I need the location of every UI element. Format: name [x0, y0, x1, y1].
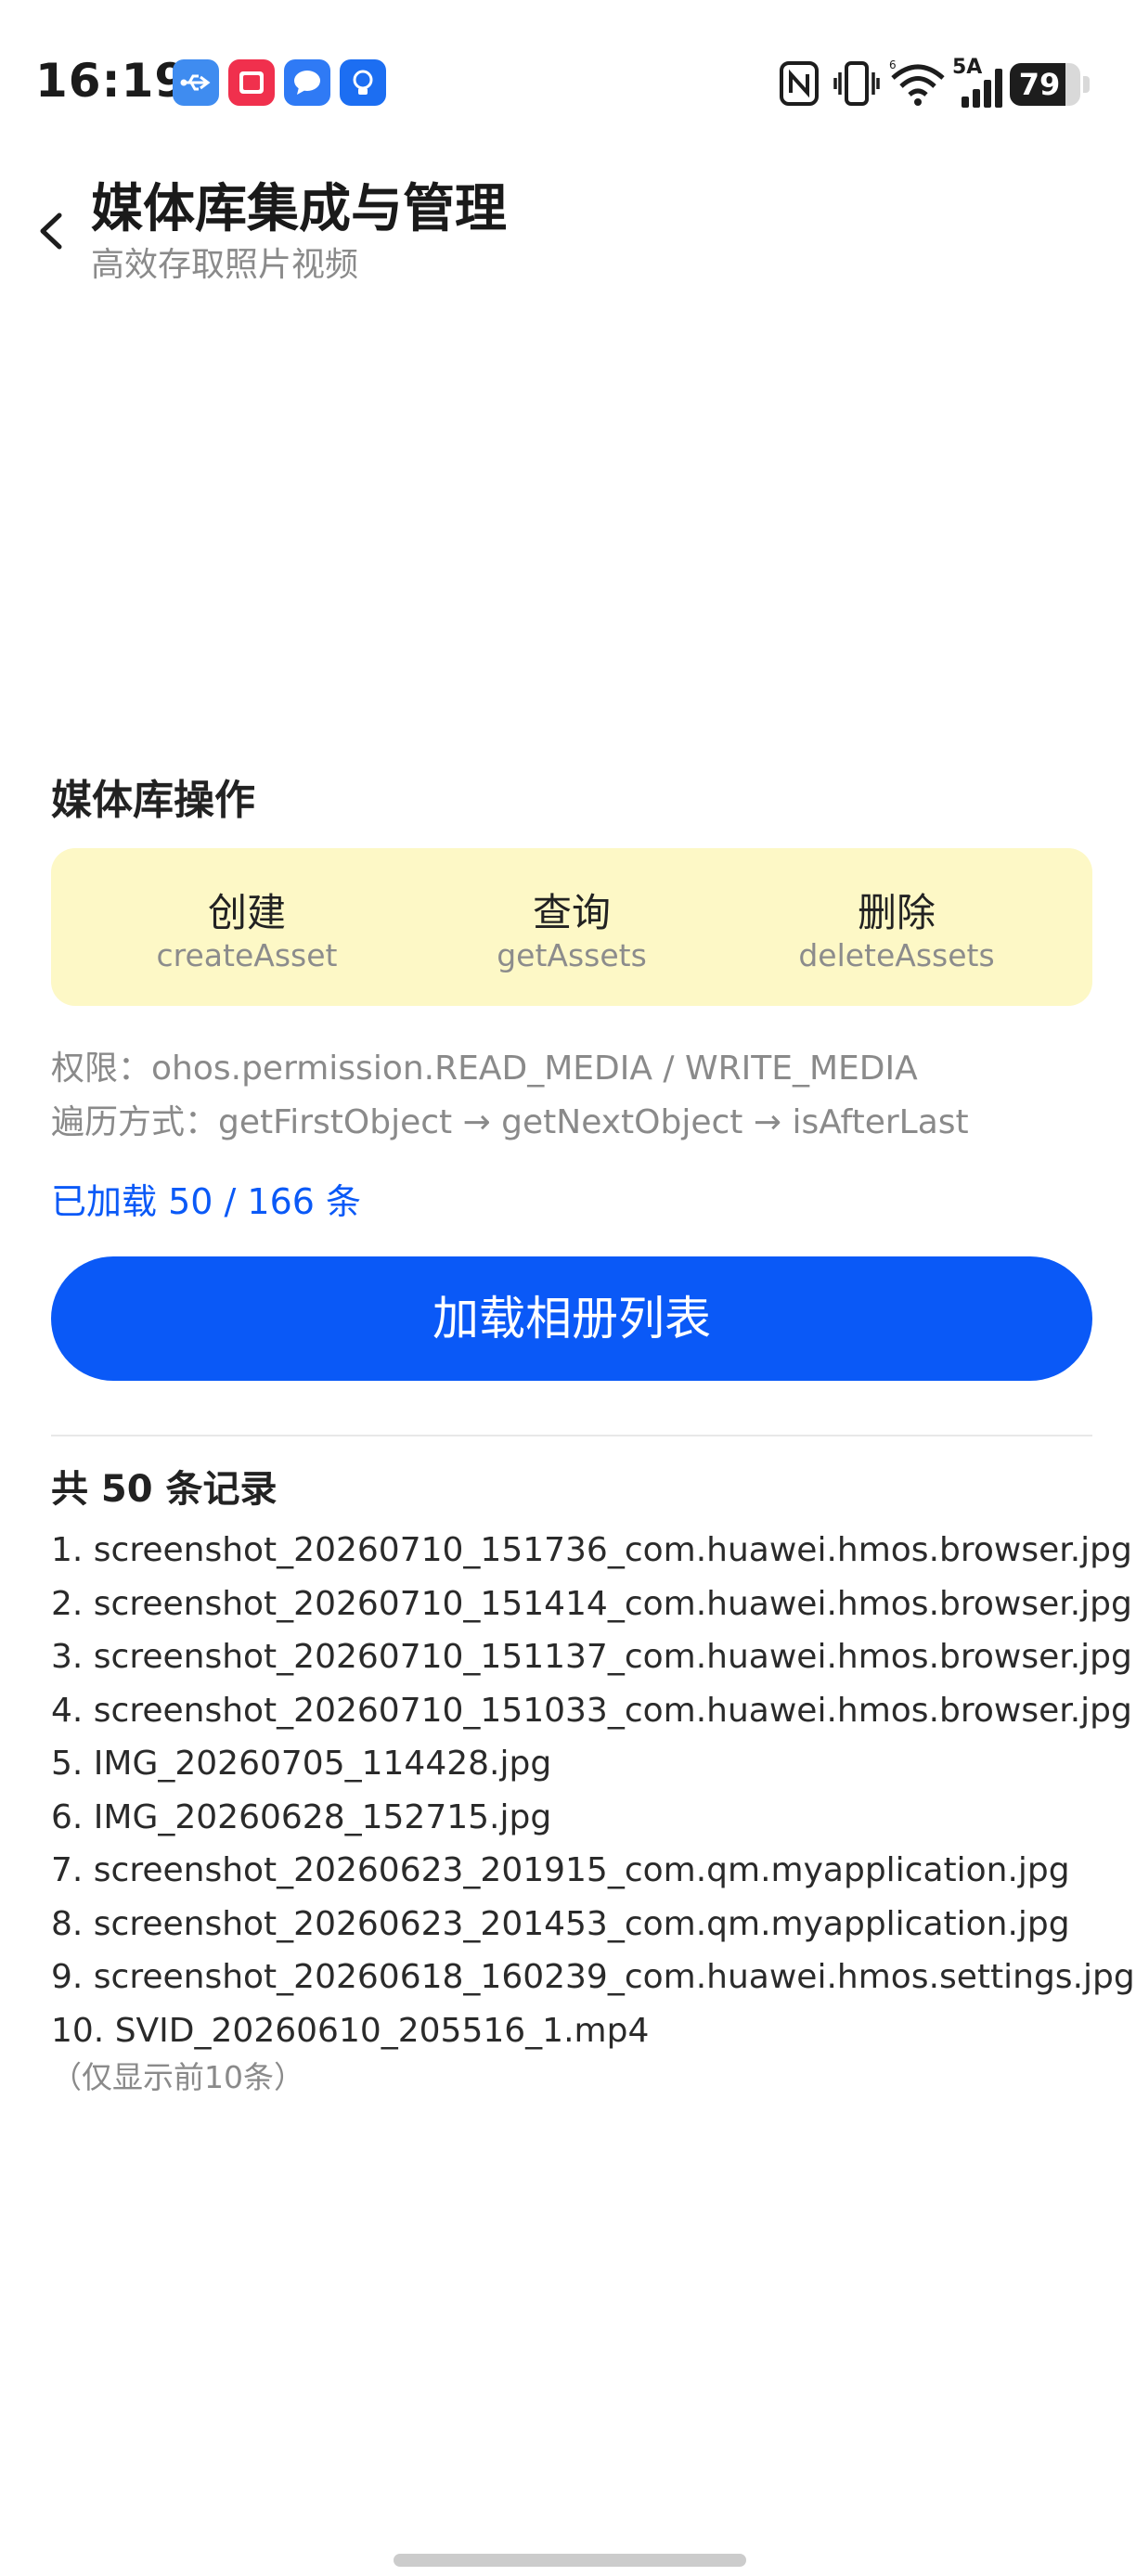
lightbulb-app-icon — [340, 59, 386, 106]
list-item[interactable]: 2. screenshot_20260710_151414_com.huawei… — [51, 1578, 1132, 1631]
list-item[interactable]: 7. screenshot_20260623_201915_com.qm.mya… — [51, 1844, 1109, 1898]
list-item[interactable]: 10. SVID_20260610_205516_1.mp4 — [51, 2004, 1109, 2058]
operation-api: deleteAssets — [798, 937, 995, 973]
divider — [51, 1435, 1092, 1436]
operation-query[interactable]: 查询 getAssets — [432, 848, 711, 1006]
vibrate-icon — [833, 61, 880, 106]
operation-create[interactable]: 创建 createAsset — [108, 848, 386, 1006]
operation-name: 查询 — [532, 890, 611, 935]
traversal-info: 遍历方式：getFirstObject → getNextObject → is… — [51, 1103, 969, 1141]
svg-text:6: 6 — [889, 58, 897, 71]
records-count-header: 共 50 条记录 — [51, 1468, 278, 1511]
cellular-signal-icon: 5A — [952, 56, 1008, 111]
operations-card: 创建 createAsset 查询 getAssets 删除 deleteAss… — [51, 848, 1092, 1006]
page-subtitle: 高效存取照片视频 — [91, 246, 359, 284]
operation-name: 创建 — [207, 890, 286, 935]
battery-level: 79 — [1018, 67, 1061, 102]
system-icons: 6 5A 79 — [780, 56, 1099, 113]
battery-icon: 79 — [1010, 63, 1090, 106]
operation-api: createAsset — [156, 937, 338, 973]
nfc-icon — [780, 61, 819, 106]
list-item[interactable]: 1. screenshot_20260710_151736_com.huawei… — [51, 1524, 1132, 1578]
usb-icon — [173, 59, 219, 106]
page-title: 媒体库集成与管理 — [91, 179, 507, 239]
list-item[interactable]: 4. screenshot_20260710_151033_com.huawei… — [51, 1684, 1132, 1738]
operation-api: getAssets — [497, 937, 647, 973]
list-item[interactable]: 5. IMG_20260705_114428.jpg — [51, 1737, 1109, 1791]
loaded-status: 已加载 50 / 166 条 — [51, 1181, 362, 1222]
section-title: 媒体库操作 — [51, 777, 255, 824]
status-bar: 16:19 6 5A 79 — [0, 0, 1136, 167]
home-indicator[interactable] — [394, 2554, 746, 2567]
back-button[interactable] — [28, 199, 76, 264]
list-item[interactable]: 6. IMG_20260628_152715.jpg — [51, 1791, 1109, 1845]
wifi-icon: 6 — [889, 58, 945, 106]
record-list: 1. screenshot_20260710_151736_com.huawei… — [51, 1524, 1135, 2058]
records-note: （仅显示前10条） — [51, 2059, 304, 2095]
list-item[interactable]: 8. screenshot_20260623_201453_com.qm.mya… — [51, 1898, 1109, 1951]
message-app-icon — [284, 59, 330, 106]
chevron-left-icon — [40, 213, 62, 250]
permission-info: 权限：ohos.permission.READ_MEDIA / WRITE_ME… — [51, 1050, 918, 1088]
list-item[interactable]: 9. screenshot_20260618_160239_com.huawei… — [51, 1951, 1135, 2004]
status-time: 16:19 — [35, 54, 188, 108]
load-album-list-button[interactable]: 加载相册列表 — [51, 1256, 1092, 1381]
list-item[interactable]: 3. screenshot_20260710_151137_com.huawei… — [51, 1630, 1132, 1684]
book-app-icon — [228, 59, 275, 106]
operation-delete[interactable]: 删除 deleteAssets — [757, 848, 1036, 1006]
operation-name: 删除 — [857, 890, 936, 935]
